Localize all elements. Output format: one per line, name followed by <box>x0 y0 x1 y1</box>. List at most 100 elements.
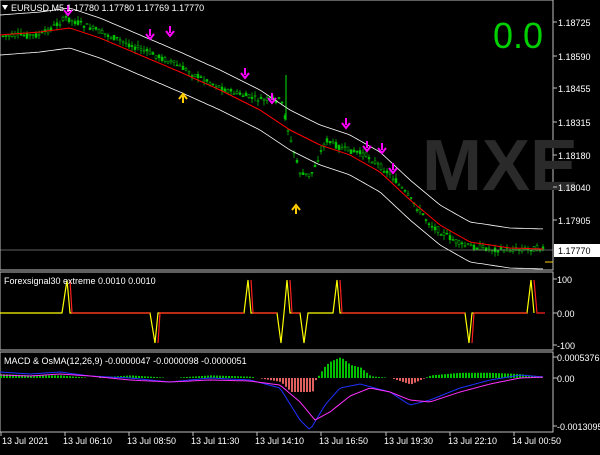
time-label-6: 13 Jul 19:30 <box>384 436 433 446</box>
candle-body <box>151 52 155 55</box>
osma-bar <box>426 377 428 378</box>
macd-label-mid: 0.00 <box>557 374 575 384</box>
chart-title: EURUSD,M5 1.17780 1.17780 1.17769 1.1777… <box>11 3 204 13</box>
osma-bar <box>396 378 398 380</box>
osma-bar <box>339 357 341 378</box>
osma-bar <box>324 366 326 378</box>
candle-body <box>193 74 197 77</box>
candle-body <box>424 219 428 221</box>
candle-body <box>262 98 266 102</box>
macd-panel[interactable]: MACD & OsMA(12,26,9) -0.0000047 -0.00000… <box>0 351 600 433</box>
candle-body <box>184 68 188 71</box>
candle-body <box>313 164 317 168</box>
candle-body <box>475 247 479 250</box>
candle-body <box>280 101 284 104</box>
osma-bar <box>354 366 356 378</box>
osma-bar <box>69 376 71 378</box>
candle-body <box>25 33 29 39</box>
candle-body <box>214 86 218 88</box>
candle-body <box>445 232 449 235</box>
candle-body <box>427 223 431 226</box>
osma-bar <box>393 378 395 379</box>
candle-body <box>103 33 107 35</box>
fs-label-top: 100 <box>557 275 572 285</box>
osma-bar <box>414 378 416 383</box>
candle-body <box>316 160 320 162</box>
osma-bar <box>477 372 479 378</box>
candle-body <box>106 34 110 37</box>
candle-body <box>478 244 482 251</box>
candle-body <box>112 34 116 41</box>
candle-body <box>217 85 221 88</box>
candle-body <box>226 89 230 94</box>
candle-body <box>235 91 239 94</box>
candle-body <box>343 145 347 148</box>
candle-body <box>358 150 362 154</box>
osma-bar <box>363 370 365 378</box>
osma-bar <box>408 378 410 384</box>
candle-body <box>391 178 395 181</box>
candle-body <box>439 234 443 236</box>
osma-bar <box>222 375 224 378</box>
forexsignal-panel[interactable]: Forexsignal30 extreme 0.0010 0.0010 100 … <box>0 271 575 351</box>
candle-body <box>61 16 65 21</box>
osma-bar <box>480 372 482 378</box>
time-label-2: 13 Jul 08:50 <box>127 436 176 446</box>
osma-bar <box>384 377 386 378</box>
candle-body <box>124 42 128 45</box>
candle-body <box>370 161 374 164</box>
candle-body <box>454 239 458 244</box>
osma-bar <box>201 375 203 378</box>
candle-body <box>448 235 452 240</box>
osma-bar <box>273 378 275 381</box>
candle-body <box>145 48 149 52</box>
main-price-panel[interactable]: MXE EURUSD,M5 1.17780 1.17780 1.17769 1.… <box>0 0 600 271</box>
osma-bar <box>366 372 368 378</box>
candle-body <box>202 79 206 83</box>
osma-bar <box>306 378 308 392</box>
osma-bar <box>372 376 374 378</box>
candle-body <box>463 245 467 247</box>
candle-body <box>457 240 461 245</box>
candle-body <box>355 150 359 153</box>
candle-body <box>121 40 125 43</box>
time-axis: 13 Jul 2021 13 Jul 06:10 13 Jul 08:50 13… <box>0 431 561 446</box>
signal-value: 0.0 <box>493 15 543 56</box>
candle-body <box>256 100 260 102</box>
osma-bar <box>438 374 440 378</box>
candle-body <box>160 56 164 61</box>
candle-body <box>241 95 245 97</box>
osma-bar <box>57 375 59 378</box>
candle-body <box>481 245 485 248</box>
candle-body <box>172 60 176 63</box>
candle-body <box>49 27 53 31</box>
forexsignal-title: Forexsignal30 extreme 0.0010 0.0010 <box>4 276 156 286</box>
osma-bar <box>486 372 488 378</box>
candle-body <box>58 23 62 26</box>
candle-body <box>346 146 350 152</box>
osma-bar <box>435 374 437 378</box>
osma-bar <box>51 375 53 378</box>
osma-bar <box>195 376 197 378</box>
osma-bar <box>327 363 329 378</box>
candle-body <box>397 184 401 186</box>
price-tick-label: 1.18590 <box>558 52 591 62</box>
osma-bar <box>420 378 422 380</box>
candle-body <box>82 25 86 28</box>
osma-bar <box>246 376 248 378</box>
osma-bar <box>138 375 140 378</box>
trading-chart-window[interactable]: MXE EURUSD,M5 1.17780 1.17780 1.17769 1.… <box>0 0 600 450</box>
osma-bar <box>189 376 191 378</box>
price-tick-label: 1.18315 <box>558 118 591 128</box>
candle-body <box>253 95 257 97</box>
osma-bar <box>378 376 380 378</box>
watermark: MXE <box>422 126 578 206</box>
osma-bar <box>498 373 500 378</box>
candle-body <box>97 28 101 34</box>
osma-bar <box>240 376 242 378</box>
time-label-7: 13 Jul 22:10 <box>448 436 497 446</box>
osma-bar <box>453 373 455 378</box>
osma-bar <box>81 377 83 378</box>
osma-bar <box>462 372 464 378</box>
candle-body <box>205 79 209 82</box>
